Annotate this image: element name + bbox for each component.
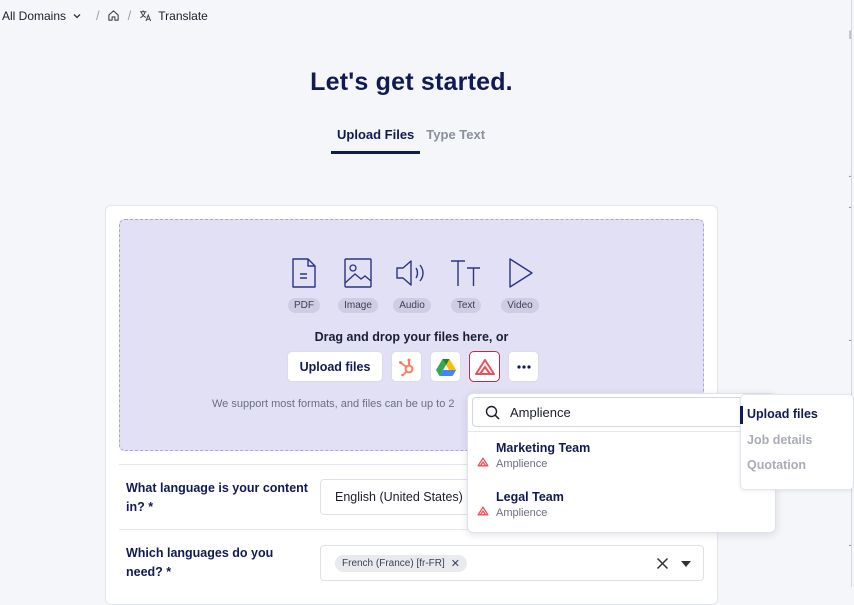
target-languages-select[interactable]: French (France) [fr-FR] ✕ — [320, 545, 704, 581]
breadcrumb-separator: / — [127, 8, 132, 23]
tab-upload-files[interactable]: Upload Files — [331, 124, 421, 154]
breadcrumb-separator: / — [96, 8, 100, 23]
file-type-pdf: PDF — [284, 256, 324, 313]
hubspot-icon — [398, 358, 413, 376]
file-type-label: PDF — [288, 298, 320, 313]
search-input[interactable] — [508, 403, 738, 421]
edge-marker: - — [848, 540, 852, 550]
pdf-icon — [292, 258, 316, 288]
page-title: Let's get started. — [310, 68, 513, 96]
file-type-label: Image — [338, 298, 378, 313]
search-icon — [485, 405, 500, 420]
domain-selector[interactable]: All Domains — [2, 9, 82, 23]
edge-marker: | — [848, 29, 852, 39]
step-job-details[interactable]: Job details — [747, 433, 812, 447]
result-item-marketing-team[interactable]: Marketing Team Amplience — [477, 441, 590, 470]
breadcrumb: All Domains / / Translate — [2, 8, 208, 23]
edge-marker: - — [848, 171, 852, 181]
tab-type-text[interactable]: Type Text — [420, 124, 491, 154]
language-tag: French (France) [fr-FR] ✕ — [335, 554, 468, 572]
more-options-button[interactable] — [508, 351, 539, 382]
breadcrumb-current: Translate — [139, 9, 208, 23]
result-source: Amplience — [496, 507, 548, 519]
tab-bar: Upload Files Type Text — [331, 124, 491, 154]
edge-marker: - — [848, 335, 852, 345]
remove-tag-icon[interactable]: ✕ — [451, 557, 460, 570]
step-upload-files[interactable]: Upload files — [747, 407, 818, 421]
file-type-text: Text — [446, 256, 486, 313]
google-drive-button[interactable] — [430, 351, 461, 382]
drop-instructions: Drag and drop your files here, or — [314, 330, 509, 344]
breadcrumb-current-label: Translate — [158, 8, 208, 23]
amplience-icon — [477, 457, 489, 466]
file-type-label: Video — [501, 298, 539, 313]
result-item-legal-team[interactable]: Legal Team Amplience — [477, 490, 564, 519]
edge-marker: - — [848, 202, 852, 212]
scroll-edge — [851, 0, 852, 587]
more-icon — [516, 364, 531, 369]
file-types: PDF Image Audio Text Video — [284, 256, 540, 313]
video-icon — [509, 258, 533, 288]
home-icon[interactable] — [107, 9, 120, 22]
file-type-label: Text — [450, 298, 482, 313]
google-drive-icon — [435, 358, 456, 376]
target-languages-label: Which languages do you need? * — [126, 546, 274, 579]
source-language-label: What language is your content in? * — [126, 481, 308, 514]
file-type-audio: Audio — [392, 256, 432, 313]
support-text: We support most formats, and files can b… — [212, 398, 455, 410]
domain-label: All Domains — [2, 8, 67, 23]
result-source: Amplience — [496, 458, 548, 470]
file-type-image: Image — [338, 256, 378, 313]
file-type-video: Video — [500, 256, 540, 313]
upload-actions: Upload files — [287, 351, 539, 382]
active-step-indicator — [740, 406, 743, 424]
step-quotation[interactable]: Quotation — [747, 458, 806, 472]
audio-icon — [396, 260, 424, 286]
popup-divider — [468, 431, 775, 432]
upload-files-button[interactable]: Upload files — [287, 351, 383, 382]
dropdown-caret-icon[interactable] — [681, 561, 691, 567]
amplience-icon — [474, 358, 495, 375]
text-icon — [451, 260, 480, 286]
clear-icon[interactable] — [656, 557, 669, 570]
amplience-button[interactable] — [469, 351, 500, 382]
translate-icon — [140, 10, 152, 22]
chevron-down-icon — [73, 13, 81, 18]
search-field[interactable] — [472, 397, 771, 427]
image-icon — [344, 258, 372, 288]
file-type-label: Audio — [393, 298, 431, 313]
result-name: Marketing Team — [496, 441, 591, 455]
language-tag-label: French (France) [fr-FR] — [342, 557, 445, 569]
source-language-value: English (United States) — [335, 490, 463, 504]
hubspot-button[interactable] — [391, 351, 422, 382]
amplience-icon — [477, 506, 489, 515]
result-name: Legal Team — [496, 490, 564, 504]
